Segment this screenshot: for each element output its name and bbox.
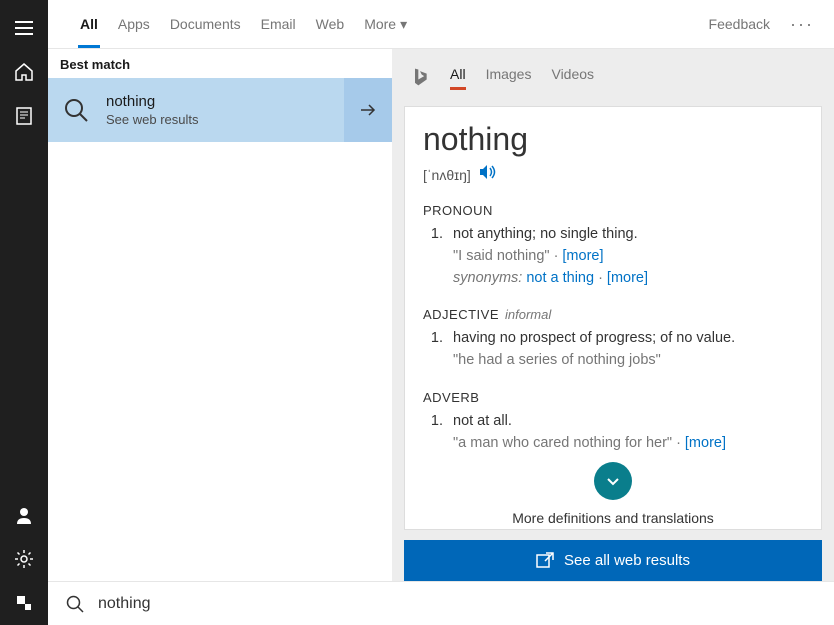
- menu-icon[interactable]: [0, 6, 48, 50]
- tab-apps[interactable]: Apps: [108, 0, 160, 48]
- see-all-results-button[interactable]: See all web results: [404, 540, 822, 581]
- search-icon: [58, 92, 94, 128]
- definition: not at all.: [453, 411, 803, 433]
- home-icon[interactable]: [0, 50, 48, 94]
- result-subtitle: See web results: [106, 112, 199, 127]
- bing-tabs: All Images Videos: [392, 57, 834, 96]
- bing-logo-icon: [410, 67, 430, 87]
- recent-icon[interactable]: [0, 94, 48, 138]
- results-panel: Best match nothing See web results: [48, 49, 392, 581]
- best-match-header: Best match: [48, 49, 392, 78]
- definition: not anything; no single thing.: [453, 224, 803, 246]
- tab-all[interactable]: All: [70, 0, 108, 48]
- informal-tag: informal: [505, 307, 551, 322]
- search-icon: [66, 595, 84, 613]
- settings-icon[interactable]: [0, 537, 48, 581]
- search-input[interactable]: [98, 595, 834, 613]
- tab-email[interactable]: Email: [251, 0, 306, 48]
- result-main[interactable]: nothing See web results: [48, 78, 344, 142]
- def-num: 1.: [423, 224, 453, 289]
- def-num: 1.: [423, 328, 453, 372]
- bing-tab-images[interactable]: Images: [486, 66, 532, 88]
- tab-more[interactable]: More▾: [354, 0, 417, 48]
- synonyms-label: synonyms:: [453, 270, 522, 286]
- expand-button[interactable]: [594, 462, 632, 500]
- feedback-link[interactable]: Feedback: [699, 16, 780, 32]
- synonym-link[interactable]: not a thing: [526, 270, 594, 286]
- expand-label: More definitions and translations: [512, 510, 714, 526]
- example-quote: "I said nothing": [453, 248, 550, 264]
- dictionary-card: nothing [ˈnʌθɪŋ] PRONOUN 1. not anything…: [404, 106, 822, 530]
- tabs-row: All Apps Documents Email Web More▾ Feedb…: [48, 0, 834, 49]
- tab-documents[interactable]: Documents: [160, 0, 251, 48]
- def-num: 1.: [423, 411, 453, 455]
- main: All Apps Documents Email Web More▾ Feedb…: [48, 0, 834, 625]
- speaker-icon[interactable]: [479, 164, 497, 185]
- definition: having no prospect of progress; of no va…: [453, 328, 803, 350]
- tab-web[interactable]: Web: [306, 0, 355, 48]
- result-title: nothing: [106, 93, 199, 110]
- external-link-icon: [536, 552, 554, 568]
- more-link[interactable]: [more]: [685, 435, 726, 451]
- more-link[interactable]: [more]: [562, 248, 603, 264]
- pos-adverb: ADVERB: [423, 390, 803, 405]
- pos-pronoun: PRONOUN: [423, 203, 803, 218]
- search-bar: [48, 581, 834, 625]
- bing-tab-all[interactable]: All: [450, 66, 466, 88]
- content: Best match nothing See web results: [48, 49, 834, 581]
- share-icon[interactable]: [0, 581, 48, 625]
- search-result[interactable]: nothing See web results: [48, 78, 392, 142]
- more-link[interactable]: [more]: [607, 270, 648, 286]
- result-open-icon[interactable]: [344, 78, 392, 142]
- bing-tab-videos[interactable]: Videos: [551, 66, 594, 88]
- user-icon[interactable]: [0, 493, 48, 537]
- chevron-down-icon: ▾: [400, 16, 407, 33]
- more-options-icon[interactable]: ···: [780, 14, 824, 35]
- example-quote: "he had a series of nothing jobs": [453, 350, 803, 372]
- dictionary-word: nothing: [423, 121, 803, 158]
- left-rail: [0, 0, 48, 625]
- example-quote: "a man who cared nothing for her": [453, 435, 672, 451]
- preview-panel: All Images Videos nothing [ˈnʌθɪŋ] PRONO…: [392, 49, 834, 581]
- pronunciation: [ˈnʌθɪŋ]: [423, 167, 471, 183]
- pos-adjective: ADJECTIVEinformal: [423, 307, 803, 322]
